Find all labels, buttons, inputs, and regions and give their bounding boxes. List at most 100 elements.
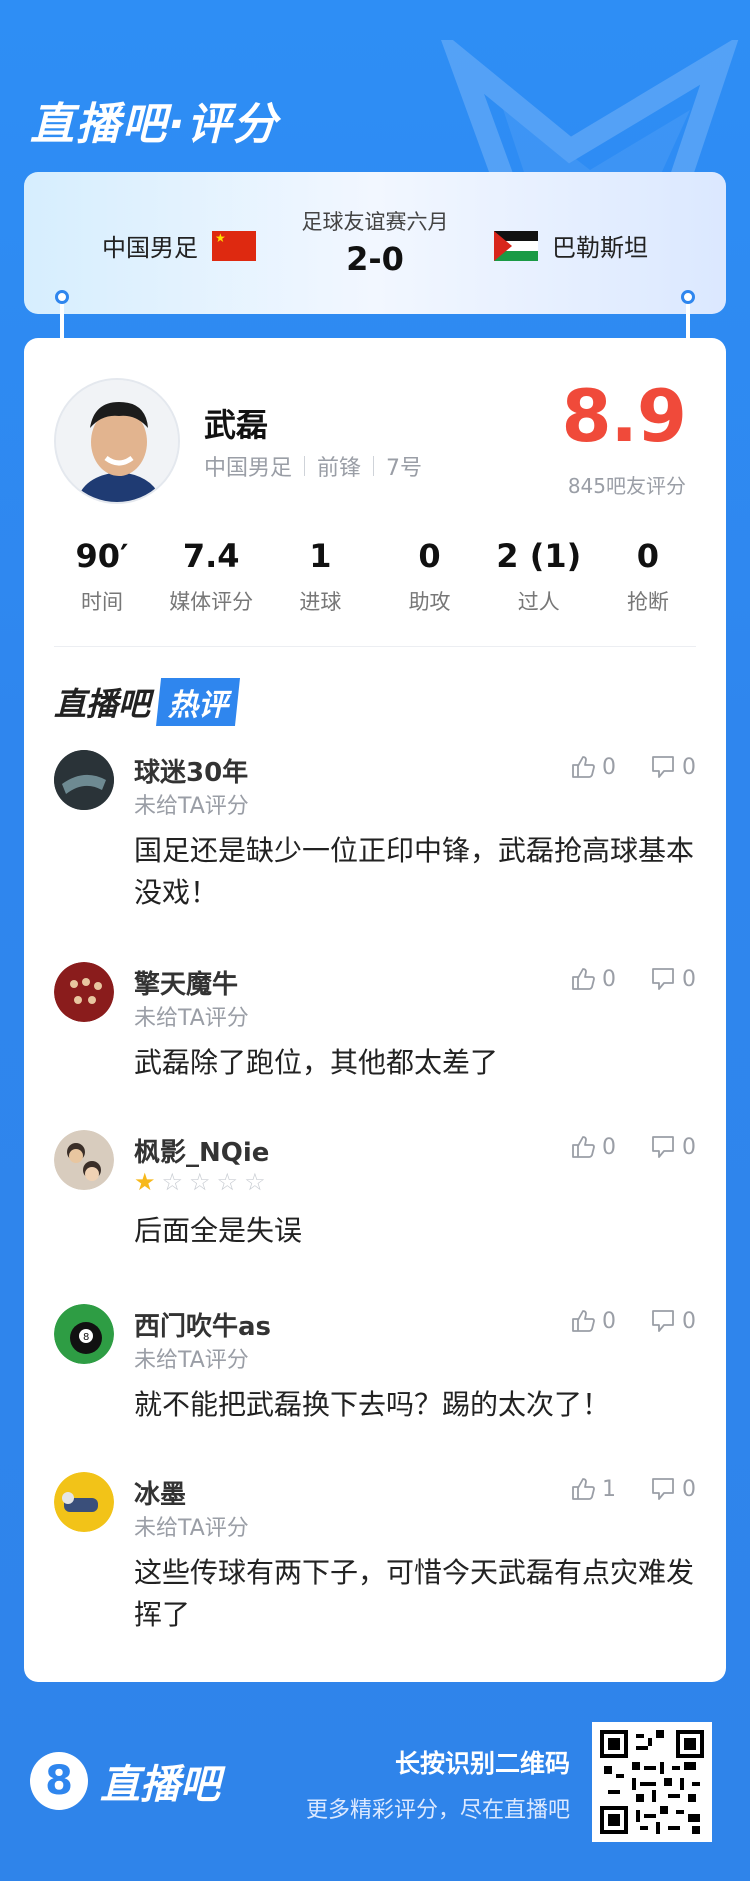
- dislike-count: 0: [682, 1134, 696, 1160]
- dislike-button[interactable]: 0: [650, 1308, 696, 1334]
- comment-rating-status: 未给TA评分: [134, 1348, 249, 1373]
- stat-time: 90′ 时间: [54, 534, 150, 616]
- stat-value: 7.4: [182, 537, 240, 575]
- comment-dislike-icon: [652, 756, 674, 778]
- connector-pin-left: [55, 290, 69, 304]
- thumbs-up-icon: [572, 1478, 595, 1500]
- connector-right: [686, 300, 690, 340]
- stat-goals: 1 进球: [272, 534, 368, 616]
- comment-text: 就不能把武磊换下去吗？踢的太次了！: [134, 1388, 611, 1421]
- stat-label: 抢断: [626, 590, 669, 614]
- dislike-button[interactable]: 0: [650, 1134, 696, 1160]
- comment-item: 冰墨 未给TA评分 1 0 这些传球有两下子，可惜今天武磊有点灾难发挥了: [54, 1472, 696, 1642]
- user-star-rating: ★☆☆☆☆: [134, 1168, 272, 1196]
- comment-dislike-icon: [652, 1136, 674, 1158]
- user-avatar[interactable]: [54, 1130, 114, 1190]
- match-card[interactable]: 中国男足 足球友谊赛六月 2-0 巴勒斯坦: [24, 172, 726, 314]
- comment-text: 国足还是缺少一位正印中锋，武磊抢高球基本没戏！: [134, 834, 695, 909]
- star-empty-icon: ☆: [189, 1168, 217, 1196]
- player-name: 武磊: [204, 406, 269, 444]
- logo-text: 直播吧: [100, 1762, 220, 1808]
- comment-rating-status: 未给TA评分: [134, 794, 249, 819]
- dislike-button[interactable]: 0: [650, 966, 696, 992]
- player-number: 7号: [386, 456, 423, 481]
- dislike-count: 0: [682, 1476, 696, 1502]
- stat-label: 时间: [81, 590, 123, 614]
- like-count: 0: [602, 1308, 616, 1334]
- hot-title-brand: 直播吧: [54, 685, 151, 723]
- stat-value: 0: [418, 537, 441, 575]
- comment-username[interactable]: 球迷30年: [134, 752, 248, 789]
- stat-value: 0: [636, 537, 660, 575]
- qr-hint: 长按识别二维码: [394, 1749, 570, 1778]
- page-title: 直播吧·评分: [30, 99, 279, 150]
- stat-dribbles: 2 (1) 过人: [491, 534, 587, 616]
- user-avatar[interactable]: 8: [54, 1304, 114, 1364]
- like-count: 0: [602, 754, 616, 780]
- star-empty-icon: ☆: [216, 1168, 245, 1196]
- player-avatar[interactable]: [54, 378, 180, 504]
- thumbs-up-icon: [572, 1136, 595, 1158]
- connector-left: [60, 300, 64, 340]
- meta-divider: [304, 456, 306, 476]
- like-count: 1: [602, 1476, 616, 1502]
- stat-value: 2 (1): [496, 537, 582, 575]
- comment-item: 枫影_NQie ★☆☆☆☆ 0 0 后面全是失误: [54, 1130, 696, 1260]
- player-meta: 中国男足 前锋 7号: [204, 450, 422, 482]
- comment-actions: 0 0: [570, 966, 696, 992]
- comment-actions: 0 0: [570, 754, 696, 780]
- like-count: 0: [602, 1134, 616, 1160]
- like-button[interactable]: 0: [570, 1134, 616, 1160]
- dislike-count: 0: [682, 1308, 696, 1334]
- comment-dislike-icon: [652, 968, 674, 990]
- stat-label: 进球: [299, 590, 342, 614]
- player-rating-card: 武磊 中国男足 前锋 7号 8.9 845吧友评分 90′ 时间 7.4 媒体评…: [24, 338, 726, 1682]
- stat-tackles: 0 抢断: [600, 534, 696, 616]
- star-empty-icon: ☆: [244, 1168, 272, 1196]
- comment-username[interactable]: 西门吹牛as: [134, 1306, 271, 1343]
- stat-value: 90′: [75, 537, 129, 575]
- user-avatar[interactable]: [54, 962, 114, 1022]
- like-count: 0: [602, 966, 616, 992]
- thumbs-up-icon: [572, 968, 595, 990]
- hot-comments-title: 直播吧 热评: [54, 678, 241, 726]
- comment-item: 球迷30年 未给TA评分 0 0 国足还是缺少一位正印中锋，武磊抢高球基本没戏！: [54, 750, 696, 920]
- user-avatar[interactable]: [54, 1472, 114, 1532]
- away-team-name: 巴勒斯坦: [552, 234, 648, 262]
- user-avatar[interactable]: [54, 750, 114, 810]
- comment-username[interactable]: 擎天魔牛: [134, 964, 238, 1001]
- dislike-count: 0: [682, 966, 696, 992]
- comment-text: 这些传球有两下子，可惜今天武磊有点灾难发挥了: [134, 1556, 695, 1631]
- dislike-button[interactable]: 0: [650, 1476, 696, 1502]
- comment-actions: 0 0: [570, 1134, 696, 1160]
- like-button[interactable]: 0: [570, 966, 616, 992]
- dislike-count: 0: [682, 754, 696, 780]
- stat-label: 助攻: [408, 590, 451, 614]
- zhibo8-logo-icon: 8: [30, 1752, 88, 1810]
- player-team: 中国男足: [204, 456, 293, 481]
- footer-logo: 8 直播吧: [30, 1752, 220, 1810]
- player-rating: 8.9: [561, 374, 687, 458]
- connector-pin-right: [681, 290, 695, 304]
- palestine-flag-icon: [494, 230, 538, 261]
- like-button[interactable]: 1: [570, 1476, 616, 1502]
- comment-item: 8 西门吹牛as 未给TA评分 0 0 就不能把武磊换下去吗？踢的太次了！: [54, 1304, 696, 1434]
- like-button[interactable]: 0: [570, 754, 616, 780]
- comment-text: 后面全是失误: [134, 1214, 303, 1247]
- like-button[interactable]: 0: [570, 1308, 616, 1334]
- thumbs-up-icon: [572, 756, 595, 778]
- comment-username[interactable]: 枫影_NQie: [134, 1132, 269, 1169]
- stat-value: 1: [309, 537, 332, 575]
- star-filled-icon: ★: [134, 1168, 162, 1196]
- comment-actions: 1 0: [570, 1476, 696, 1502]
- dislike-button[interactable]: 0: [650, 754, 696, 780]
- comment-username[interactable]: 冰墨: [134, 1474, 186, 1511]
- qr-code[interactable]: [592, 1722, 712, 1842]
- rating-count: 845吧友评分: [567, 474, 686, 498]
- thumbs-up-icon: [572, 1310, 595, 1332]
- svg-text:8: 8: [83, 1332, 89, 1343]
- comment-text: 武磊除了跑位，其他都太差了: [134, 1046, 499, 1079]
- qr-code-icon: [600, 1730, 704, 1834]
- comment-dislike-icon: [652, 1478, 674, 1500]
- star-empty-icon: ☆: [161, 1168, 190, 1196]
